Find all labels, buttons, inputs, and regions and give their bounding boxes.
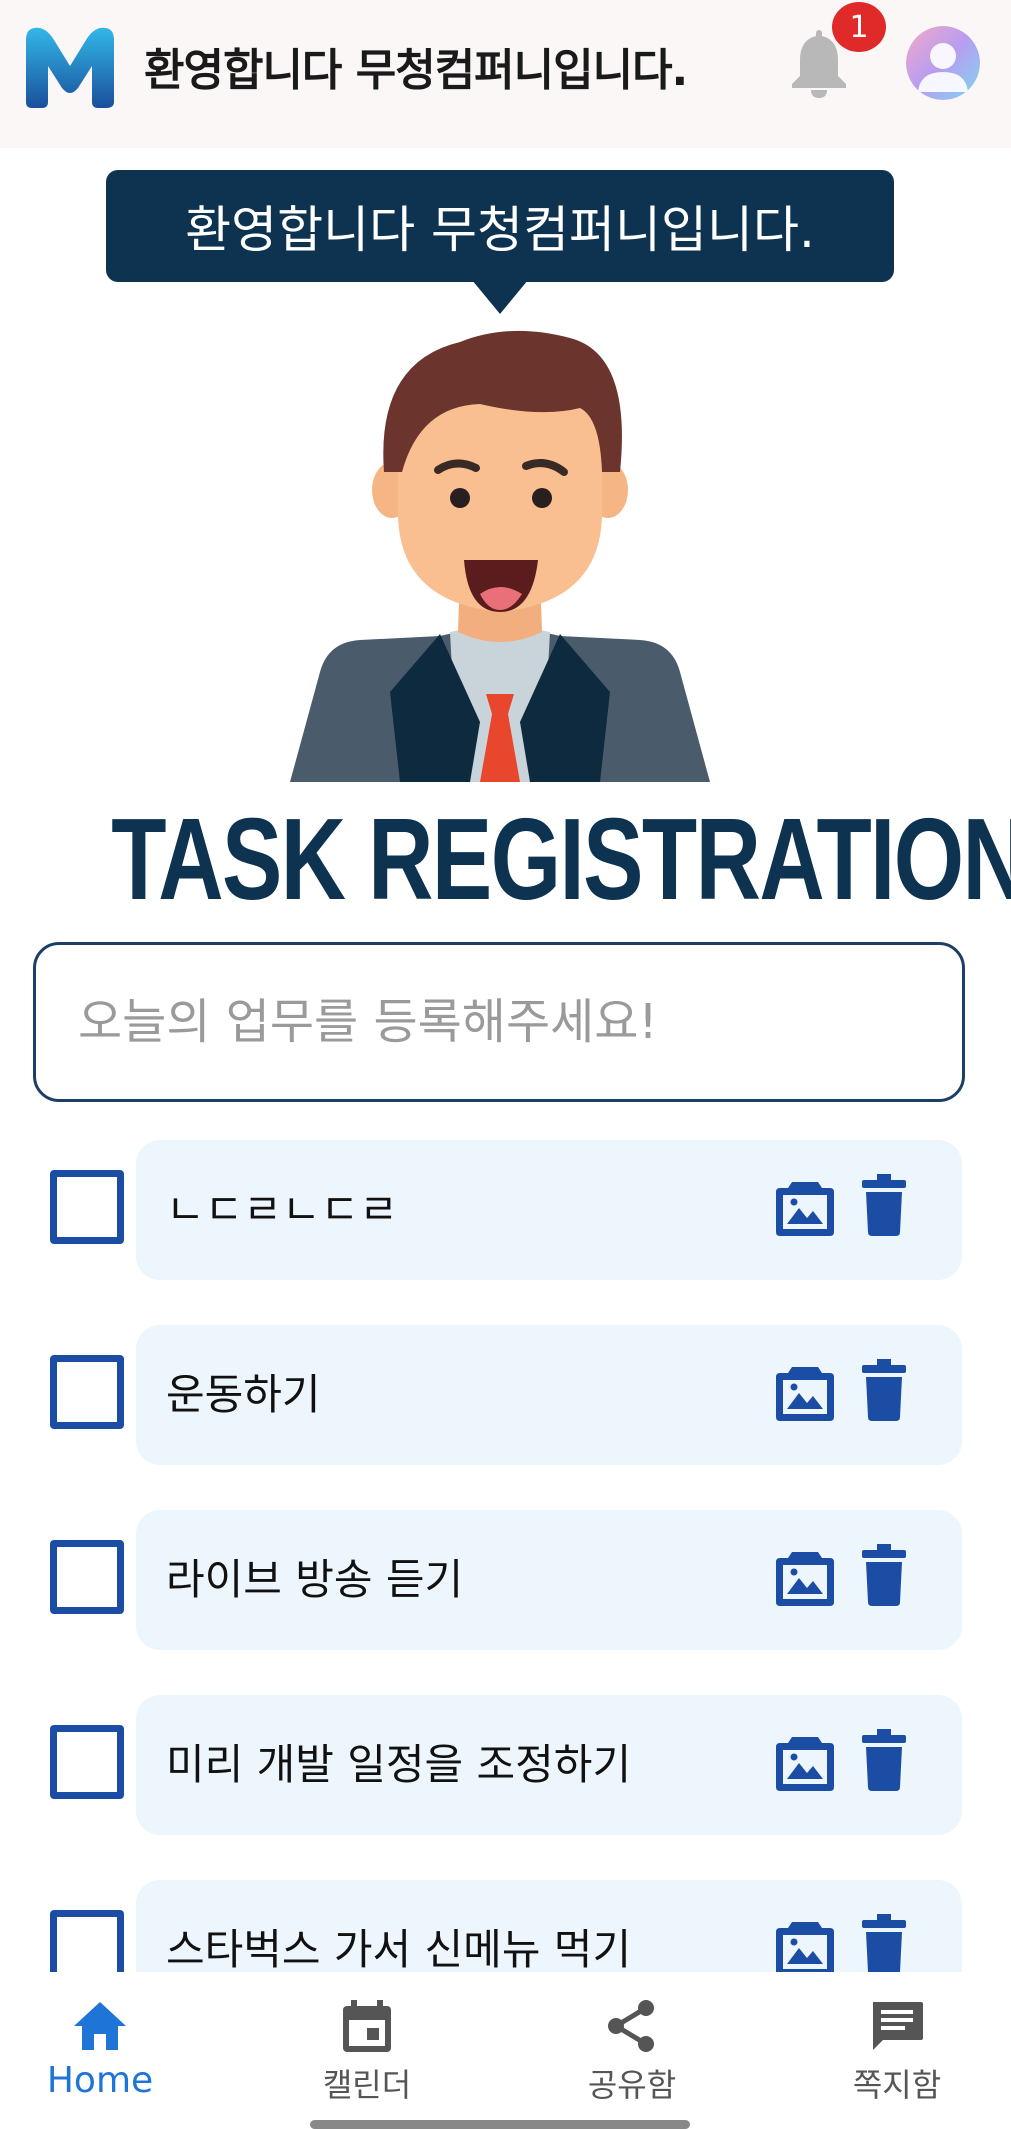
speech-bubble-tail — [472, 280, 528, 314]
image-upload-icon[interactable] — [774, 1918, 836, 1972]
task-input[interactable] — [33, 942, 965, 1102]
task-card[interactable]: ㄴㄷㄹㄴㄷㄹ — [136, 1140, 962, 1280]
task-card[interactable]: 스타벅스 가서 신메뉴 먹기 — [136, 1880, 962, 1972]
task-card[interactable]: 운동하기 — [136, 1325, 962, 1465]
task-checkbox[interactable] — [50, 1170, 124, 1244]
nav-label-messages: 쪽지함 — [852, 2066, 942, 2104]
delete-trash-icon[interactable] — [862, 1729, 906, 1791]
header-title: 환영합니다 무청컴퍼니입니다. — [144, 45, 688, 96]
delete-trash-icon[interactable] — [862, 1544, 906, 1606]
message-icon — [873, 2002, 923, 2050]
image-upload-icon[interactable] — [774, 1548, 836, 1608]
task-text: 스타벅스 가서 신메뉴 먹기 — [166, 1925, 632, 1972]
share-icon — [608, 2000, 654, 2052]
task-text: 운동하기 — [166, 1370, 321, 1419]
nav-label-share: 공유함 — [587, 2066, 677, 2104]
task-checkbox[interactable] — [50, 1355, 124, 1429]
task-checkbox[interactable] — [50, 1725, 124, 1799]
welcome-speech-bubble: 환영합니다 무청컴퍼니입니다. — [106, 170, 894, 282]
app-logo-icon[interactable] — [22, 22, 118, 108]
delete-trash-icon[interactable] — [862, 1174, 906, 1236]
nav-item-calendar[interactable]: 캘린더 — [267, 1972, 467, 2112]
nav-label-home: Home — [46, 2060, 154, 2101]
delete-trash-icon[interactable] — [862, 1914, 906, 1972]
home-indicator — [310, 2120, 690, 2129]
home-icon — [74, 2002, 126, 2050]
calendar-icon — [343, 2000, 391, 2052]
nav-item-home[interactable]: Home — [0, 1972, 200, 2112]
image-upload-icon[interactable] — [774, 1363, 836, 1423]
task-card[interactable]: 라이브 방송 듣기 — [136, 1510, 962, 1650]
task-text: ㄴㄷㄹㄴㄷㄹ — [166, 1185, 398, 1234]
user-avatar-icon[interactable] — [906, 26, 980, 100]
nav-item-share[interactable]: 공유함 — [532, 1972, 732, 2112]
image-upload-icon[interactable] — [774, 1178, 836, 1238]
task-checkbox[interactable] — [50, 1910, 124, 1972]
page-title: TASK REGISTRATION — [111, 794, 1011, 924]
image-upload-icon[interactable] — [774, 1733, 836, 1793]
task-row: 운동하기 — [0, 1325, 1011, 1465]
task-row: 라이브 방송 듣기 — [0, 1510, 1011, 1650]
delete-trash-icon[interactable] — [862, 1359, 906, 1421]
app-header: 환영합니다 무청컴퍼니입니다. 1 — [0, 0, 1011, 148]
task-card[interactable]: 미리 개발 일정을 조정하기 — [136, 1695, 962, 1835]
task-list: ㄴㄷㄹㄴㄷㄹ 운동하기 라이브 방송 듣기 미리 개발 일정을 조정하기 스타벅… — [0, 1140, 1011, 1972]
task-text: 라이브 방송 듣기 — [166, 1555, 464, 1604]
notification-badge: 1 — [832, 2, 886, 52]
task-row: 미리 개발 일정을 조정하기 — [0, 1695, 1011, 1835]
nav-item-messages[interactable]: 쪽지함 — [797, 1972, 997, 2112]
task-text: 미리 개발 일정을 조정하기 — [166, 1740, 632, 1789]
businessman-illustration — [290, 330, 710, 782]
task-checkbox[interactable] — [50, 1540, 124, 1614]
task-row: ㄴㄷㄹㄴㄷㄹ — [0, 1140, 1011, 1280]
task-row: 스타벅스 가서 신메뉴 먹기 — [0, 1880, 1011, 1972]
nav-label-calendar: 캘린더 — [322, 2066, 412, 2104]
bottom-nav: Home 캘린더 공유함 쪽지함 — [0, 1972, 1011, 2129]
